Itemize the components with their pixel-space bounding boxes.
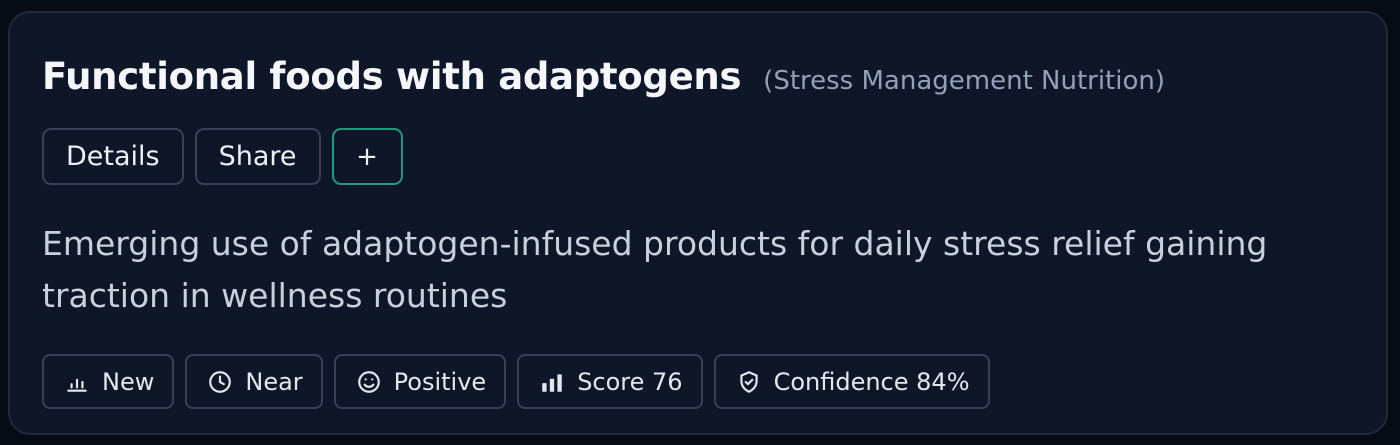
score-badge: Score 76 [517, 354, 703, 409]
status-badge: New [42, 354, 175, 409]
trend-card: Functional foods with adaptogens (Stress… [8, 11, 1388, 435]
signal-bars-icon [542, 373, 562, 392]
timeframe-badge: Near [185, 354, 323, 409]
trend-category: (Stress Management Nutrition) [763, 66, 1166, 96]
trend-title: Functional foods with adaptogens [42, 55, 742, 98]
badge-row: New Near Positive Score 76 Confidence 84… [42, 354, 990, 409]
score-badge-label: Score 76 [577, 367, 683, 396]
timeframe-badge-label: Near [245, 367, 303, 396]
clock-icon [209, 370, 232, 393]
share-button[interactable]: Share [194, 128, 321, 185]
action-bar: Details Share + [42, 128, 403, 185]
confidence-badge-label: Confidence 84% [773, 367, 970, 396]
smile-icon [357, 370, 380, 393]
trend-description: Emerging use of adaptogen-infused produc… [42, 224, 1268, 315]
bar-chart-icon [67, 378, 87, 392]
card-header: Functional foods with adaptogens (Stress… [42, 55, 1165, 98]
status-badge-label: New [102, 367, 155, 396]
shield-check-icon [739, 370, 758, 393]
add-button[interactable]: + [331, 128, 403, 185]
details-button[interactable]: Details [42, 128, 184, 185]
sentiment-badge-label: Positive [393, 367, 487, 396]
sentiment-badge: Positive [333, 354, 507, 409]
confidence-badge: Confidence 84% [713, 354, 990, 409]
